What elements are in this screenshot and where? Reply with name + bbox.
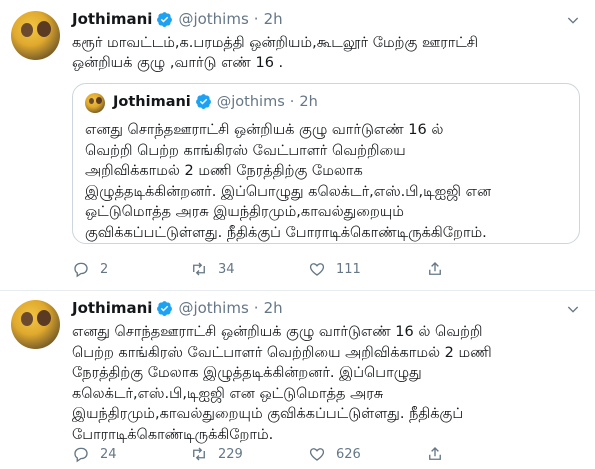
reply-button[interactable]: 2 [72,260,190,278]
tweet-actions: 24 229 626 [72,445,444,463]
avatar[interactable] [11,11,60,60]
quoted-author-handle: @jothims [216,93,285,110]
tweet-text-line: நேரத்திற்கு மேலாக இழுத்தடிக்கின்றனர். இப… [72,365,422,381]
retweet-button[interactable]: 34 [190,260,308,278]
tweet-text-line: கலெக்டர்,எஸ்.பி,டிஐஜி என ஒட்டுமொத்த அரசு [72,385,384,402]
timestamp[interactable]: 2h [264,299,283,317]
avatar[interactable] [11,300,60,349]
timestamp[interactable]: 2h [264,10,283,28]
retweet-icon [193,262,205,276]
share-icon [429,262,441,275]
tweet-text-line: போராடிக்கொண்டிருக்கிறோம். [72,426,274,443]
tweet[interactable]: Jothimani @jothims · 2h கரூர் மாவட்டம்,க… [0,0,595,290]
quoted-text-line: அறிவிக்காமல் 2 மணி நேரத்திற்கு மேலாக [85,163,363,180]
verified-badge-icon [157,300,173,316]
tweet-text-line: எனது சொந்தஊராட்சி ஒன்றியக் குழு வார்டுஎண… [72,324,483,340]
quoted-text-line: குவிக்கப்பட்டுள்ளது. நீதிக்குப் போராடிக்… [85,224,487,241]
quoted-text: எனது சொந்தஊராட்சி ஒன்றியக் குழு வார்டுஎண… [85,120,491,244]
tweet[interactable]: Jothimani @jothims · 2h எனது சொந்தஊராட்ச… [0,290,595,469]
reply-count: 24 [100,446,117,462]
share-icon [429,447,441,460]
tweet-header: Jothimani @jothims · 2h [72,10,283,28]
author-handle[interactable]: @jothims [178,10,248,28]
heart-icon [309,448,325,461]
tweet-text-line: ஒன்றியக் குழு ,வார்டு எண் 16 . [72,55,284,71]
separator-dot: · [253,299,259,317]
author-name[interactable]: Jothimani [72,10,152,28]
like-button[interactable]: 111 [308,260,426,278]
like-button[interactable]: 626 [308,445,426,463]
quoted-text-line: இழுத்தடிக்கின்றனர். இப்பொழுது கலெக்டர்,எ… [85,183,492,200]
author-name[interactable]: Jothimani [72,299,152,317]
chevron-down-icon[interactable] [565,12,581,28]
like-count: 626 [336,446,361,462]
share-button[interactable] [426,445,444,463]
quoted-tweet[interactable]: Jothimani @jothims · 2h எனது சொந்தஊராட்ச… [72,83,580,244]
reply-icon [74,262,88,278]
quoted-text-line: ஒட்டுமொத்த அரசு இயந்திரமும்,காவல்துறையும… [85,204,404,221]
tweet-text: எனது சொந்தஊராட்சி ஒன்றியக் குழு வார்டுஎண… [72,322,492,445]
retweet-count: 229 [218,446,243,462]
author-handle[interactable]: @jothims [178,299,248,317]
quoted-timestamp: 2h [299,93,318,110]
retweet-button[interactable]: 229 [190,445,308,463]
quoted-header: Jothimani @jothims · 2h [113,93,318,110]
like-count: 111 [336,261,361,277]
tweet-text-line: இயந்திரமும்,காவல்துறையும் குவிக்கப்பட்டு… [72,406,464,422]
verified-badge-icon [195,94,211,109]
retweet-icon [193,447,205,461]
quoted-text-line: வெற்றி பெற்ற காங்கிரஸ் வேட்பாளர் வெற்றிய… [85,142,406,159]
retweet-count: 34 [218,261,235,277]
separator-dot: · [289,93,295,110]
chevron-down-icon[interactable] [565,301,581,317]
tweet-actions: 2 34 111 [72,260,444,278]
tweet-text-line: கரூர் மாவட்டம்,க.பரமத்தி ஒன்றியம்,கூடலூர… [72,35,479,51]
tweet-text-line: பெற்ற காங்கிரஸ் வேட்பாளர் வெற்றியை அறிவி… [72,344,492,361]
verified-badge-icon [157,11,173,27]
quoted-text-line: எனது சொந்தஊராட்சி ஒன்றியக் குழு வார்டுஎண… [85,122,444,138]
heart-icon [309,263,325,276]
quoted-author-name: Jothimani [113,93,191,110]
reply-count: 2 [100,261,109,277]
share-button[interactable] [426,260,444,278]
reply-button[interactable]: 24 [72,445,190,463]
tweet-text: கரூர் மாவட்டம்,க.பரமத்தி ஒன்றியம்,கூடலூர… [72,33,478,73]
quoted-avatar [85,93,105,113]
reply-icon [74,447,88,463]
separator-dot: · [253,10,259,28]
tweet-header: Jothimani @jothims · 2h [72,299,283,317]
